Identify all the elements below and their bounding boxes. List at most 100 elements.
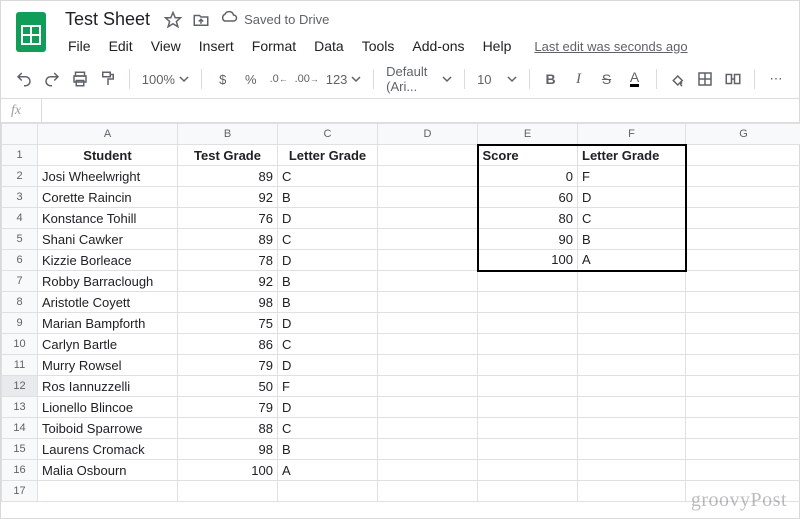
cell[interactable] <box>478 313 578 334</box>
col-header[interactable]: D <box>378 124 478 145</box>
currency-button[interactable]: $ <box>210 66 236 92</box>
cell[interactable]: Letter Grade <box>578 145 686 166</box>
cell[interactable] <box>578 355 686 376</box>
row-header[interactable]: 4 <box>2 208 38 229</box>
cell[interactable] <box>178 481 278 502</box>
cell[interactable]: 92 <box>178 271 278 292</box>
star-icon[interactable] <box>164 11 182 29</box>
increase-decimal-button[interactable]: .00→ <box>294 66 320 92</box>
cell[interactable]: B <box>278 439 378 460</box>
select-all-corner[interactable] <box>2 124 38 145</box>
row-header[interactable]: 10 <box>2 334 38 355</box>
cell[interactable] <box>378 145 478 166</box>
toolbar-more-icon[interactable]: ⋯ <box>763 66 789 92</box>
cell[interactable] <box>686 271 800 292</box>
cell[interactable]: F <box>278 376 378 397</box>
cell[interactable] <box>578 481 686 502</box>
row-header[interactable]: 6 <box>2 250 38 271</box>
cell[interactable]: Shani Cawker <box>38 229 178 250</box>
bold-button[interactable]: B <box>538 66 564 92</box>
row-header[interactable]: 7 <box>2 271 38 292</box>
zoom-select[interactable]: 100% <box>138 72 193 87</box>
paint-format-icon[interactable] <box>95 66 121 92</box>
cell[interactable] <box>578 397 686 418</box>
sheets-logo[interactable] <box>11 7 51 57</box>
cell[interactable] <box>378 271 478 292</box>
cell[interactable]: B <box>278 292 378 313</box>
cell[interactable] <box>478 355 578 376</box>
undo-icon[interactable] <box>11 66 37 92</box>
col-header[interactable]: G <box>686 124 800 145</box>
cell[interactable] <box>478 460 578 481</box>
cell[interactable]: B <box>278 271 378 292</box>
menu-data[interactable]: Data <box>307 34 351 58</box>
row-header[interactable]: 13 <box>2 397 38 418</box>
more-formats-select[interactable]: 123 <box>322 72 366 87</box>
col-header[interactable]: B <box>178 124 278 145</box>
font-size-select[interactable]: 10 <box>473 72 521 87</box>
cell[interactable]: A <box>278 460 378 481</box>
cell[interactable]: 79 <box>178 397 278 418</box>
document-title[interactable]: Test Sheet <box>61 7 154 32</box>
col-header[interactable]: C <box>278 124 378 145</box>
cell[interactable] <box>686 187 800 208</box>
cell[interactable] <box>578 460 686 481</box>
print-icon[interactable] <box>67 66 93 92</box>
cell[interactable]: 79 <box>178 355 278 376</box>
cell[interactable]: C <box>278 166 378 187</box>
cell[interactable] <box>38 481 178 502</box>
cell[interactable]: 98 <box>178 439 278 460</box>
cell[interactable] <box>378 292 478 313</box>
menu-insert[interactable]: Insert <box>192 34 241 58</box>
cell[interactable]: Carlyn Bartle <box>38 334 178 355</box>
cell[interactable] <box>686 166 800 187</box>
cell[interactable]: D <box>278 313 378 334</box>
cell[interactable]: Malia Osbourn <box>38 460 178 481</box>
cell[interactable]: Corette Raincin <box>38 187 178 208</box>
cell[interactable] <box>478 271 578 292</box>
move-icon[interactable] <box>192 11 210 29</box>
cell[interactable]: D <box>278 250 378 271</box>
menu-addons[interactable]: Add-ons <box>405 34 471 58</box>
last-edit-link[interactable]: Last edit was seconds ago <box>534 39 687 54</box>
cell[interactable]: D <box>578 187 686 208</box>
row-header[interactable]: 2 <box>2 166 38 187</box>
cell[interactable]: C <box>278 229 378 250</box>
cell[interactable]: Score <box>478 145 578 166</box>
cell[interactable] <box>478 439 578 460</box>
cell[interactable]: 86 <box>178 334 278 355</box>
cell[interactable] <box>686 355 800 376</box>
cell[interactable]: D <box>278 208 378 229</box>
cell[interactable]: C <box>278 334 378 355</box>
cell[interactable] <box>686 460 800 481</box>
fill-color-icon[interactable] <box>664 66 690 92</box>
cell[interactable] <box>686 376 800 397</box>
cell[interactable] <box>578 334 686 355</box>
menu-format[interactable]: Format <box>245 34 303 58</box>
cell[interactable] <box>686 292 800 313</box>
row-header[interactable]: 12 <box>2 376 38 397</box>
cell[interactable]: C <box>278 418 378 439</box>
row-header[interactable]: 17 <box>2 481 38 502</box>
menu-help[interactable]: Help <box>476 34 519 58</box>
cell[interactable] <box>578 376 686 397</box>
cell[interactable] <box>378 187 478 208</box>
cell[interactable]: Lionello Blincoe <box>38 397 178 418</box>
borders-icon[interactable] <box>692 66 718 92</box>
cell[interactable] <box>478 376 578 397</box>
cell[interactable]: 78 <box>178 250 278 271</box>
cell[interactable] <box>378 166 478 187</box>
menu-view[interactable]: View <box>144 34 188 58</box>
cell[interactable] <box>478 418 578 439</box>
cell[interactable] <box>378 397 478 418</box>
cell[interactable]: 0 <box>478 166 578 187</box>
cell[interactable]: B <box>278 187 378 208</box>
cell[interactable] <box>478 397 578 418</box>
cell[interactable]: 89 <box>178 166 278 187</box>
cell[interactable] <box>378 460 478 481</box>
cell[interactable] <box>686 334 800 355</box>
cell[interactable]: Marian Bampforth <box>38 313 178 334</box>
cell[interactable]: 60 <box>478 187 578 208</box>
cell[interactable] <box>578 292 686 313</box>
row-header[interactable]: 9 <box>2 313 38 334</box>
